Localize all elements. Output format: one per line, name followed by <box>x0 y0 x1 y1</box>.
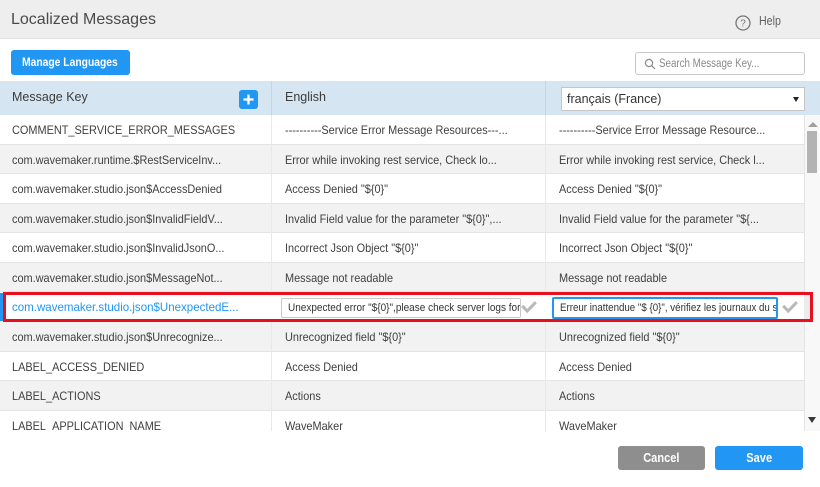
svg-text:?: ? <box>740 18 746 29</box>
